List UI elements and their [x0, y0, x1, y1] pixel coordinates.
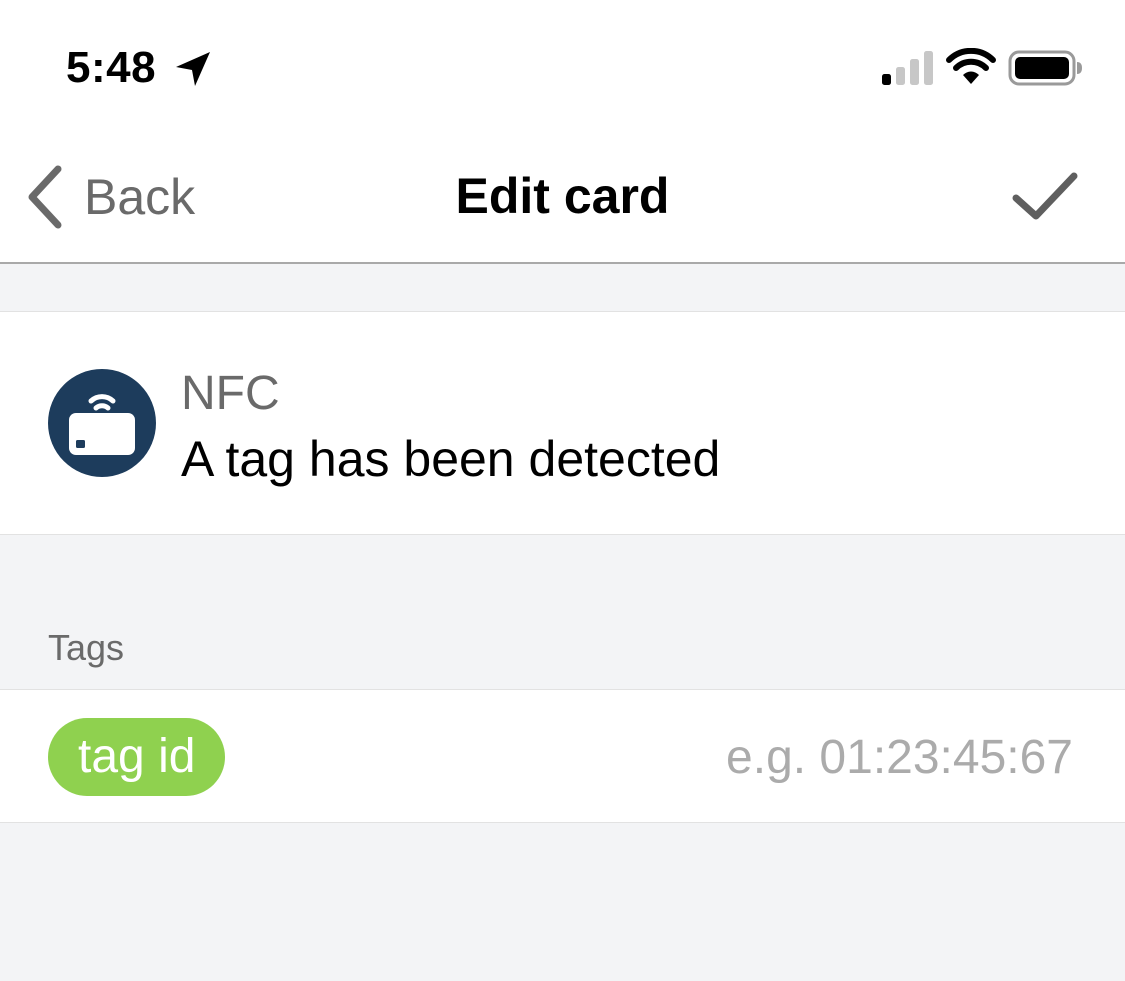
tag-id-row: tag id	[0, 689, 1125, 823]
navigation-bar: Back Edit card	[0, 132, 1125, 264]
battery-icon	[1008, 50, 1082, 86]
cellular-signal-icon	[882, 51, 933, 85]
wifi-icon	[946, 48, 996, 84]
checkmark-icon[interactable]	[1010, 170, 1080, 222]
nfc-card-icon	[48, 369, 156, 477]
tags-section-header: Tags	[48, 627, 125, 668]
page-title: Edit card	[455, 168, 670, 224]
tag-id-input[interactable]	[553, 720, 1073, 794]
card-status-text: A tag has been detected	[181, 431, 721, 487]
tag-id-chip: tag id	[48, 718, 226, 796]
card-type-label: NFC	[181, 367, 280, 420]
status-time: 5:48	[66, 43, 157, 92]
card-summary: NFC A tag has been detected	[0, 311, 1125, 535]
location-arrow-icon	[176, 52, 210, 86]
status-bar: 5:48	[0, 0, 1125, 132]
